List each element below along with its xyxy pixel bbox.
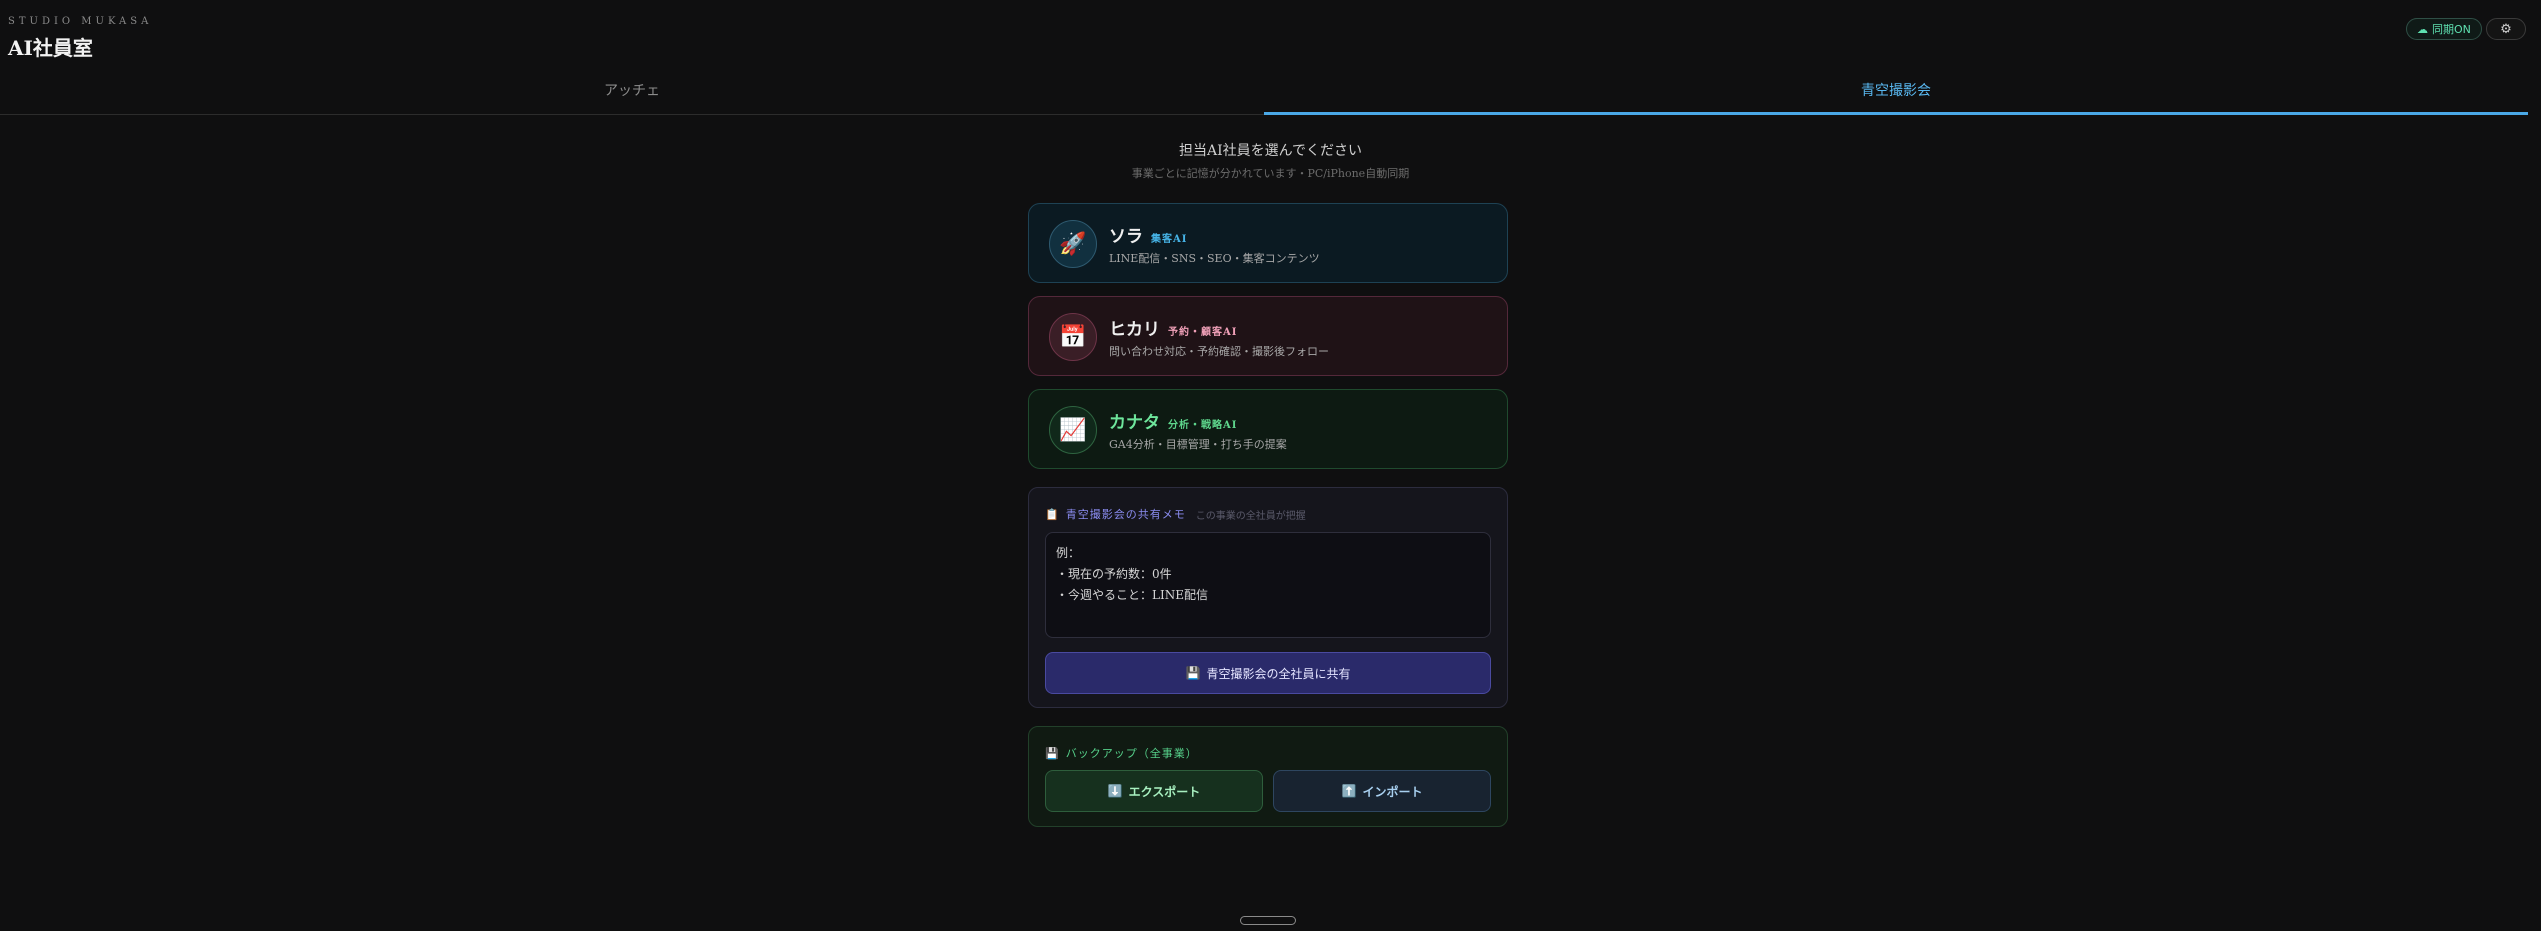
share-button-label: 青空撮影会の全社員に共有: [1206, 666, 1351, 681]
floppy-disk-icon: 💾: [1185, 666, 1201, 680]
import-button[interactable]: ⬆️ インポート: [1273, 770, 1491, 812]
tab-aozora-satsueikai[interactable]: 青空撮影会: [1264, 72, 2528, 115]
brand-subtitle: STUDIO MUKASA: [8, 16, 153, 27]
employee-role: 予約・顧客AI: [1168, 327, 1238, 338]
settings-button[interactable]: ⚙: [2486, 18, 2526, 40]
sync-status-badge[interactable]: ☁ 同期ON: [2406, 18, 2482, 40]
floppy-disk-icon: 💾: [1045, 746, 1060, 760]
employee-card-hikari[interactable]: 📅 ヒカリ 予約・顧客AI 問い合わせ対応・予約確認・撮影後フォロー: [1028, 296, 1508, 376]
import-label: インポート: [1362, 784, 1423, 799]
employee-card-kanata[interactable]: 📈 カナタ 分析・戦略AI GA4分析・目標管理・打ち手の提案: [1028, 389, 1508, 469]
backup-header: 💾 バックアップ（全事業）: [1045, 745, 1198, 761]
employee-description: LINE配信・SNS・SEO・集客コンテンツ: [1109, 252, 1320, 265]
business-tabs: アッチェ 青空撮影会: [0, 72, 2528, 115]
cloud-icon: ☁: [2417, 22, 2428, 36]
clipboard-icon: 📋: [1045, 507, 1060, 521]
memo-note: この事業の全社員が把握: [1195, 510, 1306, 522]
export-label: エクスポート: [1128, 784, 1201, 799]
chart-increasing-icon: 📈: [1049, 406, 1097, 454]
up-arrow-icon: ⬆️: [1341, 784, 1357, 798]
employee-description: 問い合わせ対応・予約確認・撮影後フォロー: [1109, 345, 1329, 358]
backup-title: バックアップ（全事業）: [1065, 747, 1198, 760]
intro-subtext: 事業ごとに記憶が分かれています・PC/iPhone自動同期: [1131, 167, 1410, 180]
intro-heading: 担当AI社員を選んでください: [1179, 143, 1362, 159]
memo-header: 📋 青空撮影会の共有メモ この事業の全社員が把握: [1045, 506, 1306, 522]
gear-icon: ⚙: [2500, 21, 2512, 37]
share-memo-button[interactable]: 💾 青空撮影会の全社員に共有: [1045, 652, 1491, 694]
home-indicator: [1240, 916, 1296, 925]
employee-role: 集客AI: [1151, 234, 1188, 245]
backup-panel: 💾 バックアップ（全事業） ⬇️ エクスポート ⬆️ インポート: [1028, 726, 1508, 827]
calendar-icon: 📅: [1049, 313, 1097, 361]
tab-acche[interactable]: アッチェ: [0, 72, 1264, 114]
shared-memo-panel: 📋 青空撮影会の共有メモ この事業の全社員が把握 例： ・現在の予約数：0件 ・…: [1028, 487, 1508, 708]
export-button[interactable]: ⬇️ エクスポート: [1045, 770, 1263, 812]
employee-description: GA4分析・目標管理・打ち手の提案: [1109, 438, 1287, 451]
employee-card-sora[interactable]: 🚀 ソラ 集客AI LINE配信・SNS・SEO・集客コンテンツ: [1028, 203, 1508, 283]
employee-name: ヒカリ: [1109, 320, 1160, 340]
employee-role: 分析・戦略AI: [1168, 420, 1238, 431]
employee-name: ソラ: [1109, 227, 1143, 247]
app-title: AI社員室: [8, 36, 93, 60]
sync-label: 同期ON: [2432, 23, 2471, 36]
down-arrow-icon: ⬇️: [1107, 784, 1123, 798]
memo-title: 青空撮影会の共有メモ: [1065, 508, 1186, 521]
rocket-icon: 🚀: [1049, 220, 1097, 268]
shared-memo-textarea[interactable]: 例： ・現在の予約数：0件 ・今週やること：LINE配信: [1045, 532, 1491, 638]
employee-name: カナタ: [1109, 413, 1160, 433]
